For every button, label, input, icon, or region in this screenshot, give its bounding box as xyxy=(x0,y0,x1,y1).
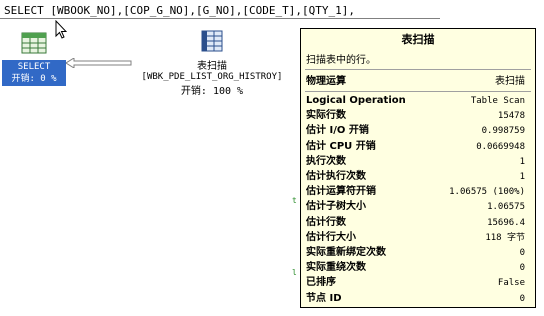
tooltip-property-key: 执行次数 xyxy=(306,155,346,167)
tooltip-description: 扫描表中的行。 xyxy=(306,55,376,66)
tooltip-separator xyxy=(305,69,531,70)
operator-tooltip: 表扫描 扫描表中的行。 物理运算 表扫描 Logical Operation Ta… xyxy=(300,28,536,308)
tooltip-property-key: 实际重绕次数 xyxy=(306,262,366,274)
tooltip-property-row: 节点 ID 0 xyxy=(306,292,525,306)
tooltip-header-row: 物理运算 表扫描 xyxy=(306,75,525,89)
tooltip-property-value: 0.0669948 xyxy=(476,141,525,152)
tooltip-property-key: 估计行大小 xyxy=(306,231,356,243)
select-operator-node[interactable]: SELECT 开销: 0 % xyxy=(2,32,66,86)
tooltip-property-row: 估计行大小 118 字节 xyxy=(306,231,525,245)
tooltip-property-value: 0 xyxy=(519,293,525,304)
tooltip-property-value: 0 xyxy=(519,263,525,274)
tooltip-property-key: 估计 I/O 开销 xyxy=(306,125,369,137)
tooltip-property-row: 实际重绕次数 0 xyxy=(306,261,525,275)
truncated-glyph: t xyxy=(292,196,297,205)
tooltip-property-row: 估计子树大小 1.06575 xyxy=(306,200,525,214)
tooltip-property-value: 0.998759 xyxy=(481,126,525,137)
query-underline xyxy=(0,18,440,19)
tooltip-property-key: Logical Operation xyxy=(306,95,406,106)
tooltip-property-value: Table Scan xyxy=(470,96,525,106)
tooltip-property-value: 118 字节 xyxy=(485,232,525,243)
tooltip-property-row: 估计执行次数 1 xyxy=(306,170,525,184)
tooltip-property-row: Logical Operation Table Scan xyxy=(306,94,525,108)
tooltip-property-row: 已排序 False xyxy=(306,276,525,290)
scan-node-cost: 开销: 100 % xyxy=(180,86,244,97)
scan-node-table: [WBK_PDE_LIST_ORG_HISTROY] xyxy=(141,72,283,82)
tooltip-property-row: 执行次数 1 xyxy=(306,155,525,169)
tooltip-property-value: 1 xyxy=(519,156,525,167)
select-node-cost: 开销: 0 % xyxy=(11,74,57,84)
tooltip-property-row: 估计行数 15696.4 xyxy=(306,216,525,230)
tooltip-value: 表扫描 xyxy=(495,76,525,87)
tooltip-property-key: 节点 ID xyxy=(306,292,342,304)
tooltip-property-key: 估计子树大小 xyxy=(306,201,366,213)
tooltip-property-value: 0 xyxy=(519,248,525,258)
tooltip-property-row: 估计运算符开销 1.06575 (100%) xyxy=(306,185,525,199)
query-text: SELECT [WBOOK_NO],[COP_G_NO],[G_NO],[COD… xyxy=(4,4,355,17)
tooltip-property-value: 1.06575 (100%) xyxy=(449,187,525,198)
tooltip-property-key: 实际重新绑定次数 xyxy=(306,247,386,258)
tooltip-property-key: 实际行数 xyxy=(306,110,346,122)
tooltip-property-key: 已排序 xyxy=(306,277,336,289)
table-scan-icon xyxy=(201,30,223,52)
tooltip-separator xyxy=(305,91,531,92)
tooltip-property-row: 实际重新绑定次数 0 xyxy=(306,246,525,260)
tooltip-property-value: 15696.4 xyxy=(487,217,525,228)
tooltip-property-key: 估计 CPU 开销 xyxy=(306,140,376,152)
tooltip-property-row: 估计 CPU 开销 0.0669948 xyxy=(306,140,525,154)
result-grid-icon xyxy=(21,32,47,54)
tooltip-property-value: 1 xyxy=(519,172,525,182)
tooltip-key: 物理运算 xyxy=(306,76,346,87)
truncated-glyph: l xyxy=(292,268,297,277)
scan-node-title: 表扫描 xyxy=(197,61,227,72)
tooltip-property-value: 15478 xyxy=(497,111,525,122)
tooltip-title: 表扫描 xyxy=(401,33,435,46)
tooltip-property-value: False xyxy=(497,278,525,289)
tooltip-property-row: 实际行数 15478 xyxy=(306,109,525,123)
tooltip-property-key: 估计运算符开销 xyxy=(306,186,376,198)
tooltip-property-row: 估计 I/O 开销 0.998759 xyxy=(306,124,525,138)
tooltip-property-value: 1.06575 xyxy=(487,202,525,213)
table-scan-node[interactable]: 表扫描 [WBK_PDE_LIST_ORG_HISTROY] 开销: 100 % xyxy=(124,30,300,97)
select-node-label: SELECT 开销: 0 % xyxy=(2,60,66,86)
tooltip-property-key: 估计行数 xyxy=(306,216,346,228)
flow-arrow-icon xyxy=(66,58,132,68)
tooltip-property-key: 估计执行次数 xyxy=(306,171,366,182)
select-node-name: SELECT xyxy=(17,62,51,72)
